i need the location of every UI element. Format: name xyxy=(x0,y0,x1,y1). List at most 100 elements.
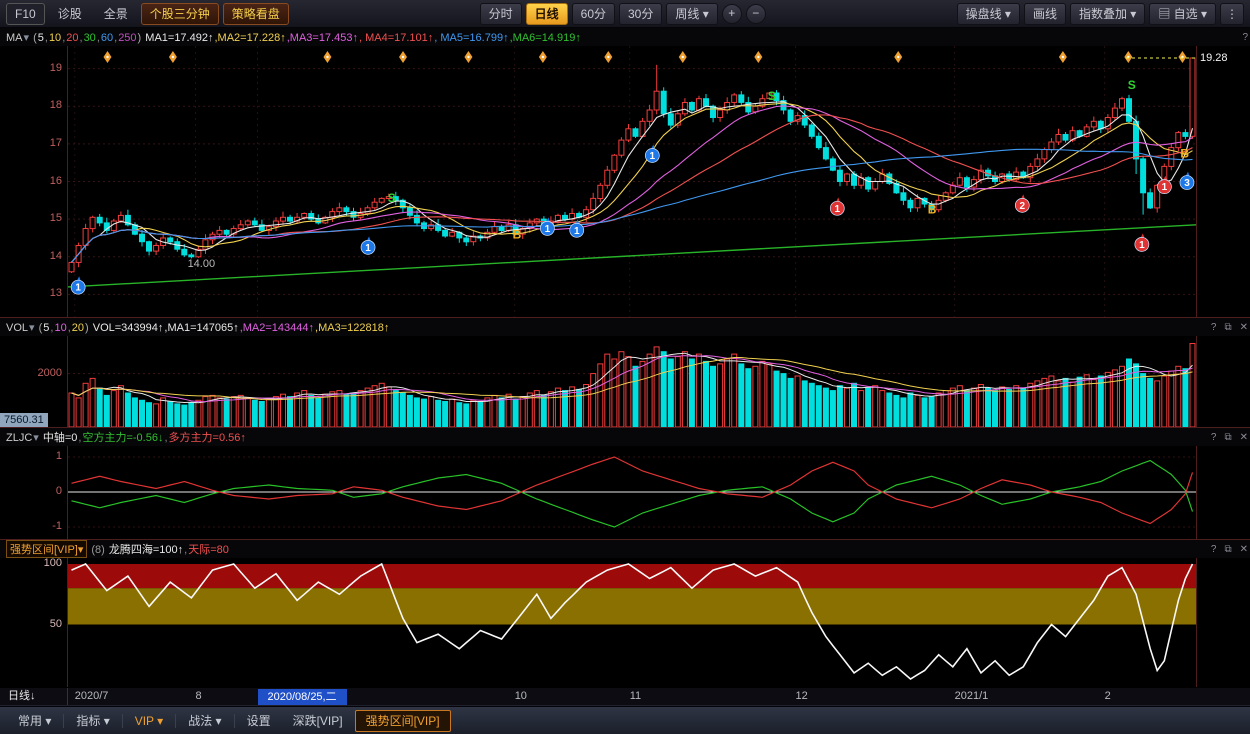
volume-bar xyxy=(1147,377,1154,427)
help-icon[interactable]: ? xyxy=(1211,432,1217,443)
maximize-icon[interactable]: ⧉ xyxy=(1224,322,1231,333)
volume-bar xyxy=(1161,375,1168,427)
volume-bar xyxy=(681,351,688,427)
candle-body xyxy=(89,216,96,230)
toolbar-button-个股三分钟[interactable]: 个股三分钟 xyxy=(140,2,219,25)
main-window-icons: ? xyxy=(1242,32,1249,43)
volume-bar xyxy=(322,393,329,427)
period-tab-分时[interactable]: 分时 xyxy=(479,2,522,25)
volume-bar xyxy=(576,388,583,427)
volume-bar xyxy=(244,397,251,427)
bottom-tab-战法[interactable]: 战法 ▾ xyxy=(178,711,231,731)
volume-bar xyxy=(695,353,702,427)
volume-bar xyxy=(886,392,893,427)
qsqj-panel: 强势区间[VIP]▾ (8) 龙腾四海=100↑,天际=80 ? ⧉ ✕ 100 50 xyxy=(0,540,1250,688)
header-segment: ) xyxy=(85,321,89,334)
y-axis-label: 13 xyxy=(49,287,62,300)
toolbar-button-全景[interactable]: 全景 xyxy=(95,3,137,25)
marker-label: 1 xyxy=(545,224,551,235)
volume-bar xyxy=(75,397,82,427)
toolbar-more-button[interactable]: ⋮ xyxy=(1220,2,1245,25)
main-chart-panel: MA▾ (5,10,20,30,60,250) MA1=17.492↑,MA2=… xyxy=(0,28,1250,318)
volume-bar xyxy=(1175,365,1182,427)
candle-body xyxy=(1147,192,1154,209)
signal-letter-S: S xyxy=(1128,78,1136,92)
toolbar-button-操盘线[interactable]: 操盘线 ▾ xyxy=(956,2,1020,25)
candle-body xyxy=(280,216,286,222)
zljc-chart-row: 1 0 -1 xyxy=(0,446,1250,539)
header-segment: , xyxy=(44,31,48,44)
bottom-tab-强势区间[VIP][interactable]: 强势区间[VIP] xyxy=(354,709,451,732)
help-icon[interactable]: ? xyxy=(1211,322,1217,333)
qsqj-indicator-dropdown[interactable]: 强势区间[VIP]▾ xyxy=(6,540,88,558)
zoom-out-button[interactable]: − xyxy=(745,3,766,24)
period-tab-周线[interactable]: 周线 ▾ xyxy=(666,2,718,25)
volume-chart[interactable] xyxy=(68,336,1196,427)
toolbar-button-指数叠加[interactable]: 指数叠加 ▾ xyxy=(1069,2,1146,25)
volume-bar xyxy=(999,386,1006,427)
volume-bar xyxy=(851,382,857,427)
help-icon[interactable]: ? xyxy=(1242,32,1248,43)
volume-bar xyxy=(907,392,914,427)
volume-bar xyxy=(237,394,244,427)
header-segment: , xyxy=(96,31,100,44)
header-segment: 10 xyxy=(48,31,62,44)
zljc-indicator-readout[interactable]: ZLJC▾ 中轴=0,空方主力=-0.56↓,多方主力=0.56↑ xyxy=(6,429,247,445)
diamond-dot xyxy=(401,55,405,59)
toolbar-button-画线[interactable]: 画线 xyxy=(1023,2,1066,25)
candle-body xyxy=(167,237,174,243)
volume-bar xyxy=(392,390,399,427)
close-icon[interactable]: ✕ xyxy=(1240,322,1248,333)
close-icon[interactable]: ✕ xyxy=(1240,432,1248,443)
help-icon[interactable]: ? xyxy=(1211,544,1217,555)
volume-bar xyxy=(68,392,75,427)
toolbar-button-策略看盘[interactable]: 策略看盘 xyxy=(222,2,289,25)
candlestick-chart[interactable]: 1 1 S B 1 1 1 S 1 B 2 S 1 1 B 3 14.00 xyxy=(68,46,1196,317)
candle-body xyxy=(653,90,660,111)
volume-bar xyxy=(519,396,526,427)
toolbar-button-诊股[interactable]: 诊股 xyxy=(49,3,91,25)
volume-bar xyxy=(470,399,477,427)
candle-body xyxy=(463,237,470,243)
zljc-chart[interactable] xyxy=(68,446,1196,539)
maximize-icon[interactable]: ⧉ xyxy=(1224,544,1231,555)
separator xyxy=(121,713,123,728)
main-indicator-readout[interactable]: MA▾ (5,10,20,30,60,250) MA1=17.492↑,MA2=… xyxy=(6,31,582,44)
volume-bar xyxy=(752,365,759,427)
strength-band xyxy=(68,588,1196,625)
zoom-in-button[interactable]: + xyxy=(721,3,742,24)
candle-body xyxy=(442,229,449,237)
period-tab-60分[interactable]: 60分 xyxy=(571,2,615,25)
diamond-dot xyxy=(681,55,684,59)
volume-bar xyxy=(343,393,350,427)
header-segment: VOL=343994↑ xyxy=(89,321,164,334)
bottom-toolbar: 常用 ▾ 指标 ▾ VIP ▾ 战法 ▾ 设置 深跌[VIP] 强势区间[VIP] xyxy=(0,706,1250,734)
marker-label: 1 xyxy=(365,243,371,254)
candle-body xyxy=(956,177,963,186)
volume-indicator-readout[interactable]: VOL▾ (5,10,20) VOL=343994↑,MA1=147065↑,M… xyxy=(6,321,390,334)
qsqj-chart-row: 100 50 xyxy=(0,557,1250,687)
candle-body xyxy=(1119,98,1125,109)
date-label-2: 2 xyxy=(1104,690,1111,702)
date-label-2020/08/25,二[interactable]: 2020/08/25,二 xyxy=(257,689,347,705)
period-tab-日线[interactable]: 日线 xyxy=(525,2,568,25)
candle-body xyxy=(1034,158,1041,167)
maximize-icon[interactable]: ⧉ xyxy=(1224,432,1231,443)
toolbar-button-自选[interactable]: ▤ 自选 ▾ xyxy=(1149,2,1217,25)
bottom-tab-深跌[VIP][interactable]: 深跌[VIP] xyxy=(283,711,353,731)
header-segment: 5 xyxy=(37,31,44,44)
bottom-tab-常用[interactable]: 常用 ▾ xyxy=(8,711,61,731)
bottom-tab-指标[interactable]: 指标 ▾ xyxy=(66,711,119,731)
header-segment: VOL xyxy=(6,321,29,334)
bottom-tab-设置[interactable]: 设置 xyxy=(237,711,281,731)
close-icon[interactable]: ✕ xyxy=(1240,544,1248,555)
header-segment: ,MA2=143444↑ xyxy=(239,321,315,334)
qsqj-chart[interactable] xyxy=(68,558,1196,687)
toolbar-button-F10[interactable]: F10 xyxy=(6,2,45,25)
period-tab-30分[interactable]: 30分 xyxy=(619,2,663,25)
volume-bar xyxy=(858,390,865,427)
candle-body xyxy=(681,102,688,115)
period-indicator[interactable]: 日线↓ xyxy=(0,688,68,705)
bottom-tab-VIP[interactable]: VIP ▾ xyxy=(125,711,173,731)
candle-body xyxy=(688,102,695,111)
